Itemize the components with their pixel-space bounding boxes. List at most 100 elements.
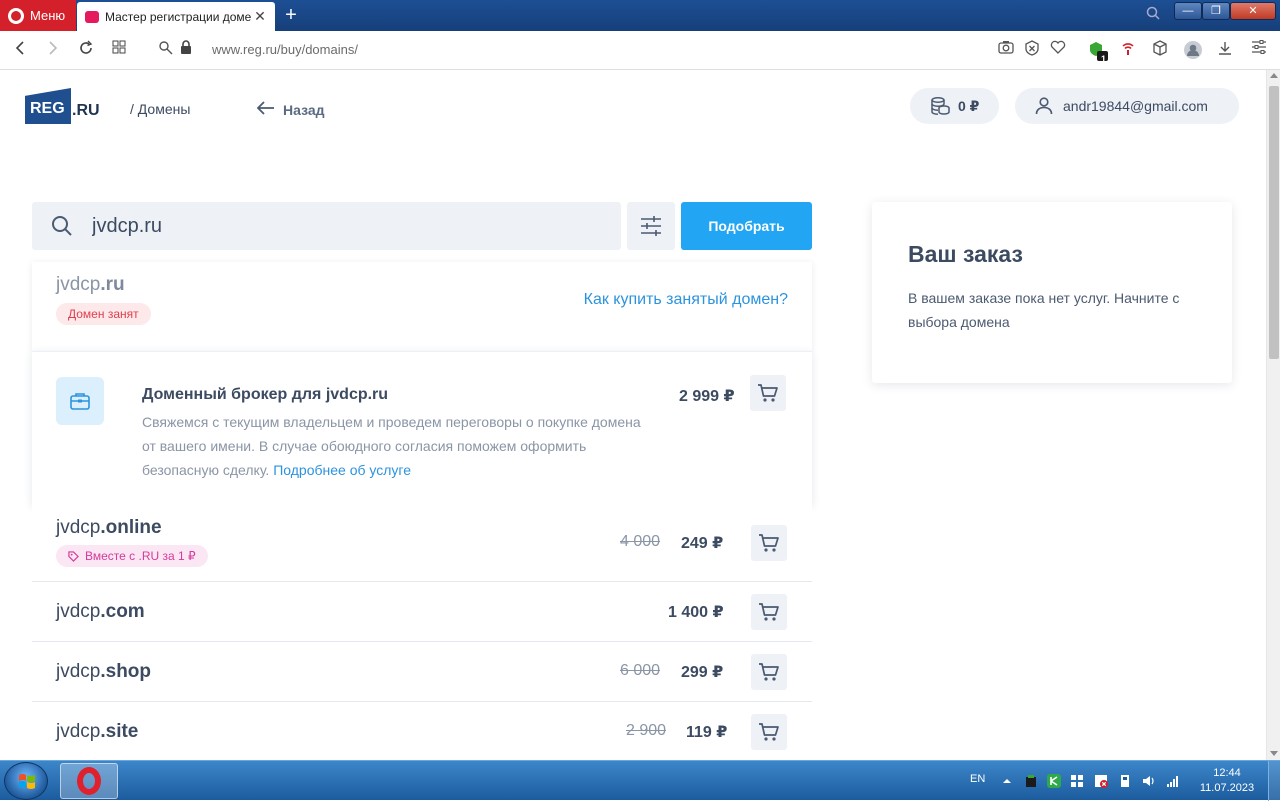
window-restore-button[interactable]: ❐ — [1202, 2, 1230, 20]
page-scrollbar[interactable] — [1266, 70, 1280, 760]
cart-icon — [759, 534, 779, 552]
taken-domain-name: jvdcp.ru — [56, 274, 125, 296]
extensions-cube-icon[interactable] — [1150, 40, 1170, 60]
breadcrumb[interactable]: / Домены — [130, 101, 190, 117]
order-panel: Ваш заказ В вашем заказе пока нет услуг.… — [872, 202, 1232, 383]
promo-badge: Вместе с .RU за 1 ₽ — [56, 545, 208, 567]
site-info-icon[interactable] — [156, 40, 176, 60]
cart-icon — [759, 723, 779, 741]
order-title: Ваш заказ — [908, 241, 1023, 267]
arrow-left-icon — [256, 98, 275, 121]
balance-value: 0 ₽ — [958, 97, 980, 114]
broker-more-link[interactable]: Подробнее об услуге — [273, 462, 411, 478]
logo-ru: .RU — [72, 102, 100, 119]
domain-name: jvdcp.com — [56, 601, 145, 623]
opera-menu-button[interactable]: Меню — [0, 0, 76, 31]
promo-text: Вместе с .RU за 1 ₽ — [85, 549, 196, 563]
address-bar: www.reg.ru/buy/domains/ 1 — [0, 31, 1280, 70]
vpn-signal-icon[interactable] — [1118, 40, 1138, 60]
broker-cart-button[interactable] — [750, 375, 786, 411]
tray-network-signal-icon[interactable] — [1166, 774, 1180, 788]
tray-volume-icon[interactable] — [1142, 774, 1156, 788]
back-arrow-icon[interactable] — [10, 40, 30, 60]
snapshot-camera-icon[interactable] — [996, 40, 1016, 60]
how-to-buy-taken-link[interactable]: Как купить занятый домен? — [584, 291, 788, 309]
adblock-shield-icon[interactable] — [1022, 40, 1042, 60]
window-minimize-button[interactable]: — — [1174, 2, 1202, 20]
domain-base: jvdcp — [56, 721, 101, 742]
coins-icon — [931, 97, 950, 115]
filter-button[interactable] — [627, 202, 675, 250]
domain-search-input[interactable] — [92, 214, 572, 238]
price: 1 400 ₽ — [668, 604, 724, 621]
taken-domain-tld: .ru — [100, 274, 125, 295]
add-to-cart-button[interactable] — [751, 594, 787, 630]
tab-title: Мастер регистрации доме — [105, 9, 252, 24]
forward-arrow-icon[interactable] — [43, 40, 63, 60]
search-results: jvdcp.ru Домен занят Как купить занятый … — [32, 262, 812, 760]
opera-menu-label: Меню — [30, 8, 66, 23]
broker-title: Доменный брокер для jvdcp.ru — [142, 386, 389, 403]
url-field[interactable]: www.reg.ru/buy/domains/ — [212, 42, 358, 57]
start-button[interactable] — [4, 762, 48, 800]
tray-expand-icon[interactable] — [1000, 774, 1014, 788]
taken-domain-card: jvdcp.ru Домен занят Как купить занятый … — [32, 262, 812, 351]
browser-tab[interactable]: Мастер регистрации доме ✕ — [77, 2, 275, 31]
add-to-cart-button[interactable] — [751, 714, 787, 750]
taskbar-opera-button[interactable] — [60, 763, 118, 799]
balance-button[interactable]: 0 ₽ — [910, 88, 999, 124]
opera-icon — [77, 767, 101, 795]
tray-network-device-icon[interactable] — [1024, 774, 1038, 788]
speed-dial-grid-icon[interactable] — [109, 40, 129, 60]
regru-logo[interactable]: REG .RU — [25, 88, 100, 124]
old-price: 4 000 — [620, 533, 661, 550]
domain-name: jvdcp.online — [56, 517, 162, 539]
scroll-up-arrow-icon[interactable] — [1270, 73, 1278, 78]
domain-tld: .site — [100, 721, 139, 742]
windows-taskbar: EN 12:44 11.07.2023 — [0, 760, 1280, 801]
old-price: 2 900 — [626, 722, 667, 739]
clock-date: 11.07.2023 — [1199, 782, 1255, 794]
add-to-cart-button[interactable] — [751, 654, 787, 690]
add-to-cart-button[interactable] — [751, 525, 787, 561]
reload-icon[interactable] — [76, 40, 96, 60]
new-tab-button[interactable]: + — [280, 4, 302, 26]
browser-tab-bar: Меню Мастер регистрации доме ✕ + — ❐ ✕ — [0, 0, 1280, 31]
profile-avatar-icon[interactable] — [1183, 40, 1203, 60]
cart-icon — [759, 663, 779, 681]
back-link[interactable]: Назад — [256, 98, 325, 121]
downloads-icon[interactable] — [1215, 40, 1235, 60]
scroll-thumb[interactable] — [1269, 86, 1279, 359]
system-clock[interactable]: 12:44 11.07.2023 — [1194, 766, 1260, 796]
domain-base: jvdcp — [56, 661, 101, 682]
tab-search-icon[interactable] — [1146, 6, 1162, 22]
tray-kaspersky-icon[interactable] — [1047, 774, 1061, 788]
domain-taken-badge: Домен занят — [56, 303, 151, 325]
page-content: REG .RU / Домены Назад 0 ₽ andr19844@gma… — [0, 70, 1266, 760]
heart-bookmark-icon[interactable] — [1048, 40, 1068, 60]
user-icon — [1035, 97, 1053, 115]
domain-row-shop: jvdcp.shop 6 000 299 ₽ — [32, 642, 812, 702]
tray-display-icon[interactable] — [1070, 774, 1084, 788]
language-indicator[interactable]: EN — [970, 773, 985, 785]
tray-security-alert-icon[interactable] — [1094, 774, 1108, 788]
domain-name: jvdcp.site — [56, 721, 138, 743]
filter-sliders-icon — [641, 216, 661, 236]
opera-logo-icon — [8, 7, 24, 24]
tray-removable-device-icon[interactable] — [1118, 774, 1132, 788]
domain-name: jvdcp.shop — [56, 661, 151, 683]
show-desktop-button[interactable] — [1268, 761, 1280, 801]
account-button[interactable]: andr19844@gmail.com — [1015, 88, 1239, 124]
old-price: 6 000 — [620, 662, 661, 679]
cart-icon — [758, 384, 778, 402]
tab-close-icon[interactable]: ✕ — [253, 8, 267, 25]
pick-button[interactable]: Подобрать — [681, 202, 812, 250]
domain-tld: .shop — [100, 661, 152, 682]
window-close-button[interactable]: ✕ — [1230, 2, 1276, 20]
scroll-down-arrow-icon[interactable] — [1270, 751, 1278, 756]
taken-domain-base: jvdcp — [56, 274, 101, 295]
briefcase-icon — [56, 377, 104, 425]
easy-setup-icon[interactable] — [1249, 40, 1269, 60]
domain-tld: .com — [100, 601, 145, 622]
extension-shield-icon[interactable]: 1 — [1088, 40, 1108, 64]
